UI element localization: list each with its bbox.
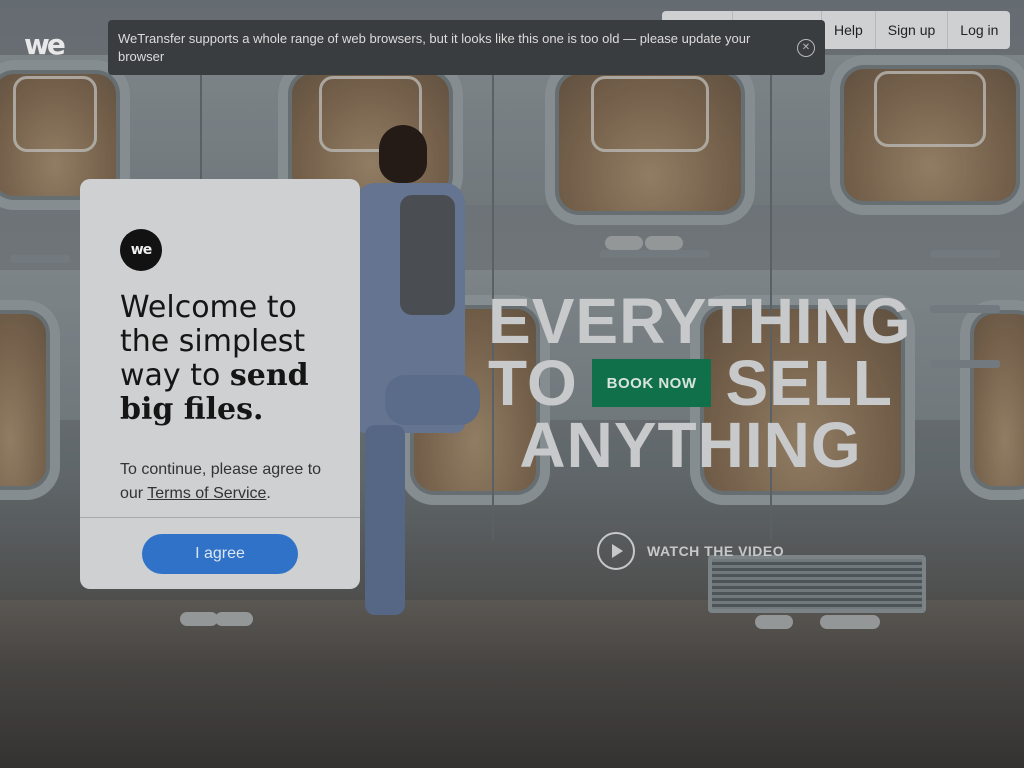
agree-button[interactable]: I agree xyxy=(142,534,298,574)
modal-terms-text: To continue, please agree to our Terms o… xyxy=(120,458,330,506)
nav-item-help[interactable]: Help xyxy=(821,11,875,49)
play-icon[interactable] xyxy=(597,532,635,570)
nav-item-sign-up[interactable]: Sign up xyxy=(874,11,947,49)
wetransfer-logo-badge: we xyxy=(120,229,162,271)
modal-divider xyxy=(80,517,360,518)
watch-video-label[interactable]: WATCH THE VIDEO xyxy=(647,543,784,559)
watch-video-button[interactable]: WATCH THE VIDEO xyxy=(597,532,784,570)
nav-item-log-in[interactable]: Log in xyxy=(947,11,1010,49)
browser-warning-message: WeTransfer supports a whole range of web… xyxy=(118,31,751,64)
hero-line-2: TO BOOK NOW SELL xyxy=(488,347,893,419)
close-icon[interactable]: ✕ xyxy=(797,39,815,57)
book-now-button[interactable]: BOOK NOW xyxy=(591,359,712,407)
browser-warning-banner: WeTransfer supports a whole range of web… xyxy=(108,20,825,75)
wetransfer-logo[interactable]: we xyxy=(24,28,66,61)
hero-line-1: EVERYTHING xyxy=(488,285,912,357)
hero-line-3: ANYTHING xyxy=(519,409,862,481)
terms-of-service-link[interactable]: Terms of Service xyxy=(147,485,266,502)
hero-headline: EVERYTHING TO BOOK NOW SELL ANYTHING xyxy=(488,285,912,481)
hero-line-2-left: TO xyxy=(488,347,578,419)
terms-text-after: . xyxy=(266,485,271,502)
hero-line-2-right: SELL xyxy=(725,347,893,419)
modal-title: Welcome to the simplest way to send big … xyxy=(120,291,340,427)
welcome-modal: we Welcome to the simplest way to send b… xyxy=(80,179,360,589)
